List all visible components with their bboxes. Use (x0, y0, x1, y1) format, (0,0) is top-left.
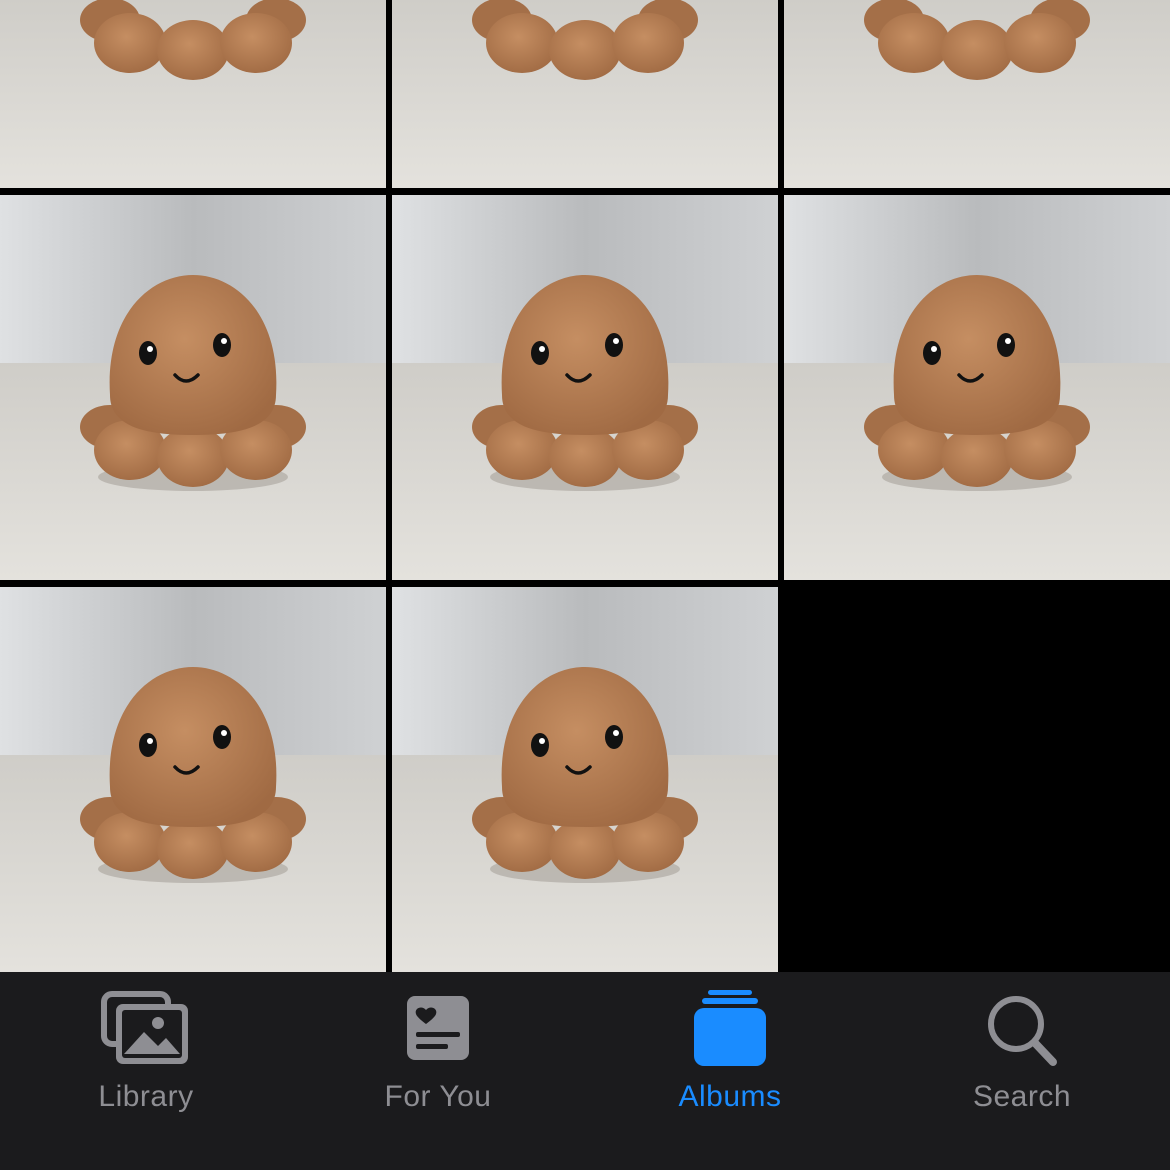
tab-for-you[interactable]: For You (292, 972, 584, 1170)
tab-label: Search (972, 1080, 1072, 1113)
octopus-plush-image (784, 195, 1170, 580)
tab-label: Library (98, 1080, 194, 1113)
photo-library-icon (98, 990, 194, 1074)
photo-thumbnail[interactable] (392, 587, 778, 972)
octopus-plush-image (784, 0, 1170, 188)
photo-thumbnail[interactable] (392, 195, 778, 580)
for-you-icon (390, 990, 486, 1074)
octopus-plush-image (392, 0, 778, 188)
photo-grid (0, 0, 1170, 972)
tab-library[interactable]: Library (0, 972, 292, 1170)
octopus-plush-image (392, 195, 778, 580)
tab-search[interactable]: Search (876, 972, 1168, 1170)
photo-thumbnail[interactable] (784, 0, 1170, 188)
tab-bar: Library For You Albums Search (0, 972, 1170, 1170)
photo-thumbnail[interactable] (0, 0, 386, 188)
albums-icon (682, 990, 778, 1074)
octopus-plush-image (0, 195, 386, 580)
octopus-plush-image (0, 0, 386, 188)
tab-albums[interactable]: Albums (584, 972, 876, 1170)
tab-label: Albums (678, 1080, 782, 1113)
photo-thumbnail[interactable] (0, 587, 386, 972)
photo-thumbnail[interactable] (0, 195, 386, 580)
search-icon (974, 990, 1070, 1074)
octopus-plush-image (392, 587, 778, 972)
photo-thumbnail[interactable] (784, 195, 1170, 580)
tab-label: For You (384, 1080, 492, 1113)
photos-app-screen: Library For You Albums Search (0, 0, 1170, 1170)
octopus-plush-image (0, 587, 386, 972)
photo-thumbnail[interactable] (392, 0, 778, 188)
